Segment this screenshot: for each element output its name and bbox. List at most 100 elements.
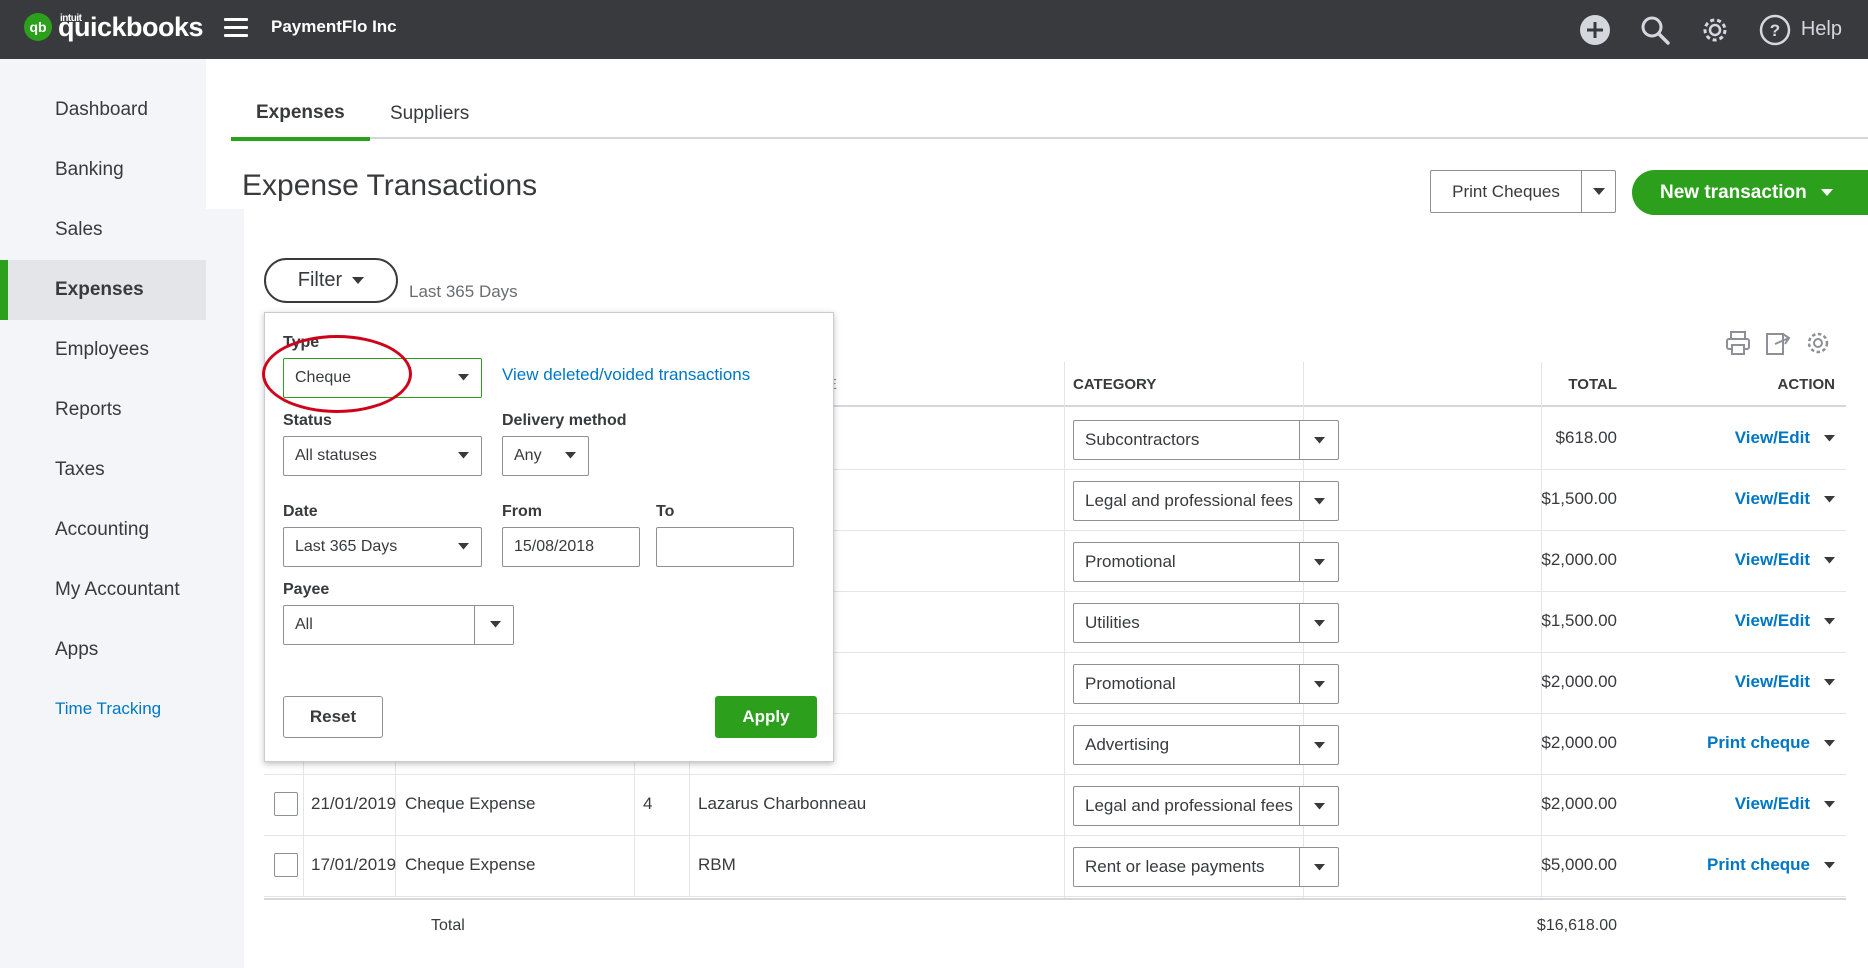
- sidebar-item-apps[interactable]: Apps: [0, 620, 206, 680]
- table-tool-icons: [1725, 330, 1831, 356]
- chevron-down-icon[interactable]: [1300, 543, 1338, 581]
- row-total: $2,000.00: [1541, 550, 1617, 570]
- category-select[interactable]: Advertising: [1073, 725, 1339, 765]
- row-action-link[interactable]: View/Edit: [1735, 794, 1810, 814]
- quickbooks-logo[interactable]: qb intuit quickbooks: [24, 12, 203, 42]
- header-total[interactable]: TOTAL: [1568, 376, 1617, 393]
- export-icon[interactable]: [1765, 330, 1791, 356]
- date-select[interactable]: Last 365 Days: [283, 527, 482, 567]
- sidebar-item-my-accountant[interactable]: My Accountant: [0, 560, 206, 620]
- new-transaction-button[interactable]: New transaction: [1632, 170, 1868, 215]
- chevron-down-icon[interactable]: [1300, 604, 1338, 642]
- row-total: $2,000.00: [1541, 794, 1617, 814]
- row-action[interactable]: View/Edit: [1735, 794, 1835, 814]
- chevron-down-icon[interactable]: [1300, 848, 1338, 886]
- tab-expenses[interactable]: Expenses: [231, 89, 370, 141]
- row-action[interactable]: View/Edit: [1735, 428, 1835, 448]
- chevron-down-icon[interactable]: [1300, 787, 1338, 825]
- sidebar-item-accounting[interactable]: Accounting: [0, 500, 206, 560]
- view-deleted-link[interactable]: View deleted/voided transactions: [502, 365, 750, 385]
- row-action[interactable]: View/Edit: [1735, 611, 1835, 631]
- company-name: PaymentFlo Inc: [271, 17, 397, 37]
- reset-button[interactable]: Reset: [283, 696, 383, 738]
- status-select[interactable]: All statuses: [283, 436, 482, 476]
- header-category[interactable]: CATEGORY: [1073, 376, 1156, 393]
- chevron-down-icon[interactable]: [1824, 557, 1835, 564]
- row-action[interactable]: View/Edit: [1735, 672, 1835, 692]
- category-select[interactable]: Rent or lease payments: [1073, 847, 1339, 887]
- search-icon[interactable]: [1633, 8, 1677, 52]
- row-type: Cheque Expense: [405, 855, 535, 875]
- category-select[interactable]: Utilities: [1073, 603, 1339, 643]
- delivery-method-select[interactable]: Any: [502, 436, 589, 476]
- apply-button[interactable]: Apply: [715, 696, 817, 738]
- row-action[interactable]: View/Edit: [1735, 489, 1835, 509]
- row-action-link[interactable]: View/Edit: [1735, 672, 1810, 692]
- chevron-down-icon[interactable]: [1824, 801, 1835, 808]
- help-icon[interactable]: ?: [1753, 8, 1797, 52]
- category-select[interactable]: Promotional: [1073, 664, 1339, 704]
- chevron-down-icon[interactable]: [1824, 862, 1835, 869]
- delivery-method-label: Delivery method: [502, 412, 626, 430]
- help-label[interactable]: Help: [1801, 18, 1842, 41]
- row-payee[interactable]: Lazarus Charbonneau: [698, 794, 866, 814]
- chevron-down-icon[interactable]: [1300, 482, 1338, 520]
- row-action-link[interactable]: View/Edit: [1735, 611, 1810, 631]
- category-select[interactable]: Subcontractors: [1073, 420, 1339, 460]
- sidebar-item-reports[interactable]: Reports: [0, 380, 206, 440]
- row-action-link[interactable]: View/Edit: [1735, 489, 1810, 509]
- hamburger-menu-icon[interactable]: [224, 18, 248, 38]
- sidebar-item-dashboard[interactable]: Dashboard: [0, 80, 206, 140]
- plus-icon[interactable]: [1573, 8, 1617, 52]
- chevron-down-icon[interactable]: [1300, 421, 1338, 459]
- chevron-down-icon[interactable]: [1824, 679, 1835, 686]
- row-payee[interactable]: RBM: [698, 855, 736, 875]
- chevron-down-icon[interactable]: [1824, 618, 1835, 625]
- qb-logo-icon: qb: [24, 13, 52, 41]
- row-action-link[interactable]: View/Edit: [1735, 428, 1810, 448]
- row-checkbox[interactable]: [274, 792, 298, 816]
- row-action-link[interactable]: View/Edit: [1735, 550, 1810, 570]
- sidebar-item-expenses[interactable]: Expenses: [0, 260, 206, 320]
- row-action[interactable]: Print cheque: [1707, 733, 1835, 753]
- filter-button[interactable]: Filter: [264, 258, 398, 303]
- row-action[interactable]: Print cheque: [1707, 855, 1835, 875]
- column-divider: [689, 836, 690, 897]
- sidebar-item-time-tracking[interactable]: Time Tracking: [0, 679, 206, 739]
- row-action-link[interactable]: Print cheque: [1707, 855, 1810, 875]
- gear-icon[interactable]: [1693, 8, 1737, 52]
- sidebar-item-taxes[interactable]: Taxes: [0, 440, 206, 500]
- table-row[interactable]: 17/01/2019Cheque ExpenseRBMRent or lease…: [264, 836, 1846, 897]
- tab-bar: Expenses Suppliers: [231, 89, 1868, 139]
- from-date-input[interactable]: 15/08/2018: [502, 527, 640, 567]
- annotation-circle: [262, 335, 412, 413]
- chevron-down-icon[interactable]: [1582, 171, 1615, 212]
- print-icon[interactable]: [1725, 330, 1751, 356]
- row-action-link[interactable]: Print cheque: [1707, 733, 1810, 753]
- chevron-down-icon[interactable]: [1824, 435, 1835, 442]
- chevron-down-icon[interactable]: [1824, 496, 1835, 503]
- print-cheques-button[interactable]: Print Cheques: [1430, 170, 1616, 213]
- sidebar-item-banking[interactable]: Banking: [0, 140, 206, 200]
- tab-suppliers[interactable]: Suppliers: [365, 89, 494, 139]
- settings-gear-icon[interactable]: [1805, 330, 1831, 356]
- row-checkbox[interactable]: [274, 853, 298, 877]
- category-select[interactable]: Legal and professional fees: [1073, 786, 1339, 826]
- category-value: Utilities: [1074, 604, 1300, 642]
- category-select[interactable]: Promotional: [1073, 542, 1339, 582]
- date-label: Date: [283, 503, 318, 521]
- chevron-down-icon[interactable]: [1824, 740, 1835, 747]
- column-divider: [303, 836, 304, 897]
- category-select[interactable]: Legal and professional fees: [1073, 481, 1339, 521]
- payee-select[interactable]: All: [283, 605, 514, 645]
- table-row[interactable]: 21/01/2019Cheque Expense4Lazarus Charbon…: [264, 775, 1846, 836]
- chevron-down-icon[interactable]: [1300, 665, 1338, 703]
- print-cheques-label[interactable]: Print Cheques: [1431, 171, 1582, 212]
- chevron-down-icon[interactable]: [1300, 726, 1338, 764]
- row-action[interactable]: View/Edit: [1735, 550, 1835, 570]
- to-date-input[interactable]: [656, 527, 794, 567]
- chevron-down-icon: [565, 452, 576, 459]
- sidebar-item-sales[interactable]: Sales: [0, 200, 206, 260]
- sidebar-item-employees[interactable]: Employees: [0, 320, 206, 380]
- status-label: Status: [283, 412, 332, 430]
